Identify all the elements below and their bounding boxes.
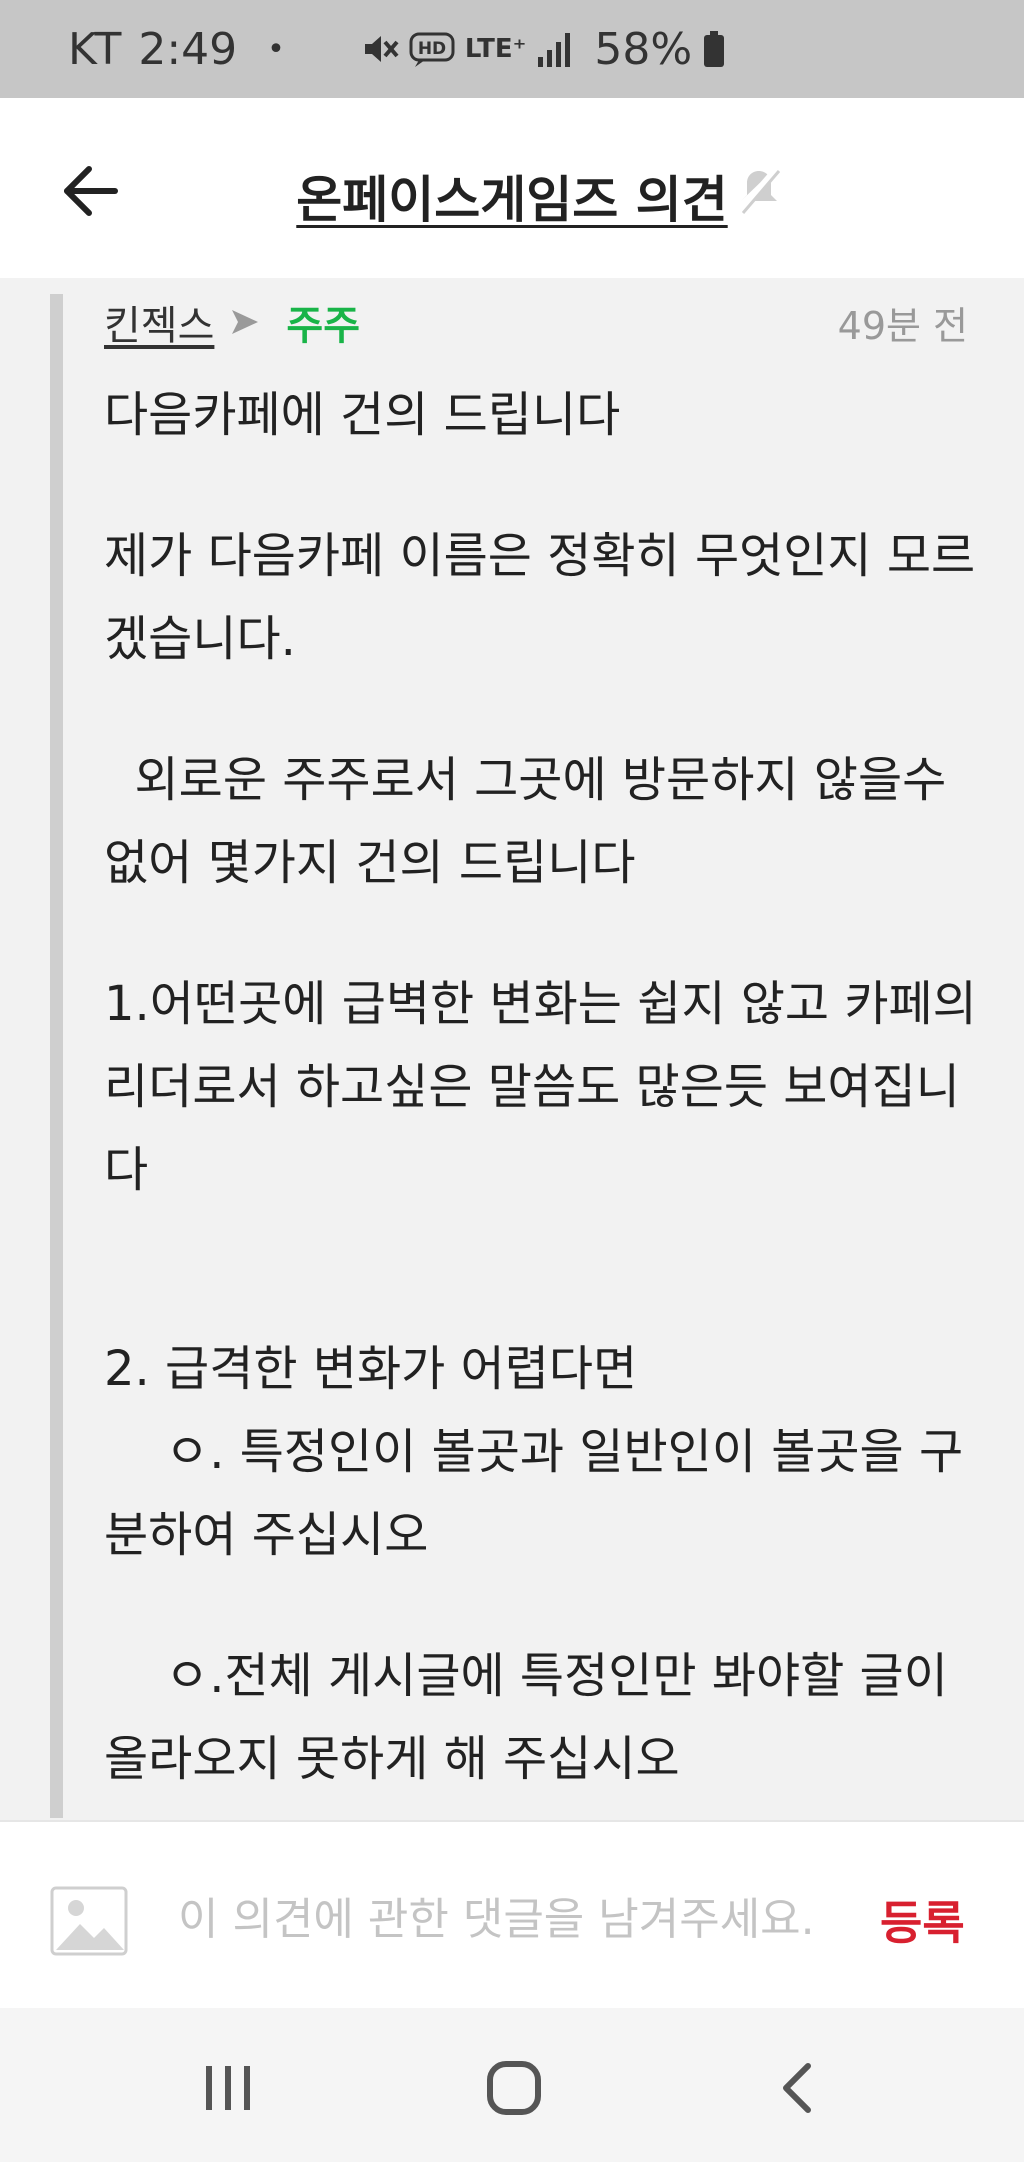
submit-comment-button[interactable]: 등록 <box>880 1880 965 1960</box>
post-paragraph-3: 외로운 주주로서 그곳에 방문하지 않을수 없어 몇가지 건의 드립니다 <box>104 752 962 891</box>
bell-off-icon <box>737 165 781 214</box>
comment-bar: 등록 <box>0 1820 1024 2010</box>
system-back-button[interactable] <box>760 2048 840 2128</box>
app-header: 온페이스게임즈 의견 <box>0 98 1024 278</box>
hd-voice-icon: HD <box>409 29 455 69</box>
carrier-label: KT <box>68 23 123 75</box>
battery-percent: 58% <box>594 23 693 75</box>
system-nav-bar <box>0 2008 1024 2162</box>
hd-label: HD <box>418 39 446 59</box>
post-body: 다음카페에 건의 드립니다 제가 다음카페 이름은 정확히 무엇인지 모르겠습니… <box>104 374 984 1801</box>
post-time: 49분 전 <box>837 303 968 348</box>
attach-image-button[interactable] <box>50 1886 128 1956</box>
chevron-left-icon <box>783 2063 811 2113</box>
recents-icon <box>206 2066 250 2110</box>
author-name[interactable]: 킨젝스 <box>104 293 214 351</box>
role-badge: 주주 <box>286 303 361 349</box>
quote-bar <box>50 294 63 1818</box>
mute-icon <box>359 29 399 69</box>
post-paragraph-4: 1.어떤곳에 급벽한 변화는 쉽지 않고 카페의 리더로서 하고싶은 말씀도 많… <box>104 976 993 1198</box>
notification-dot: • <box>267 31 285 67</box>
home-icon <box>487 2061 541 2115</box>
status-bar: KT 2:49 • HD LTE⁺ 58% <box>0 0 1024 98</box>
post-paragraph-6: ㅇ.전체 게시글에 특정인만 봐야할 글이 올라오지 못하게 해 주십시오 <box>104 1648 964 1787</box>
post-paragraph-1: 다음카페에 건의 드립니다 <box>104 387 621 443</box>
post-paragraph-2: 제가 다음카페 이름은 정확히 무엇인지 모르겠습니다. <box>104 528 976 667</box>
post-content: 킨젝스 주주 49분 전 다음카페에 건의 드립니다 제가 다음카페 이름은 정… <box>0 278 1024 1820</box>
battery-icon <box>702 29 726 69</box>
notification-toggle-button[interactable] <box>724 156 790 222</box>
status-time: 2:49 <box>138 23 238 75</box>
status-icons: HD LTE⁺ 58% <box>359 24 726 75</box>
signal-icon <box>536 29 572 69</box>
post-meta: 킨젝스 주주 49분 전 <box>104 292 968 352</box>
post-paragraph-5: 2. 급격한 변화가 어렵다면 ㅇ. 특정인이 볼곳과 일반인이 볼곳을 구분하… <box>104 1341 964 1563</box>
comment-input[interactable] <box>176 1878 820 1960</box>
lte-icon: LTE⁺ <box>464 34 527 64</box>
triangle-right-icon <box>228 305 262 339</box>
page-title[interactable]: 온페이스게임즈 의견 <box>0 160 1024 232</box>
recents-button[interactable] <box>188 2048 268 2128</box>
image-icon <box>50 1886 128 1956</box>
home-button[interactable] <box>474 2048 554 2128</box>
